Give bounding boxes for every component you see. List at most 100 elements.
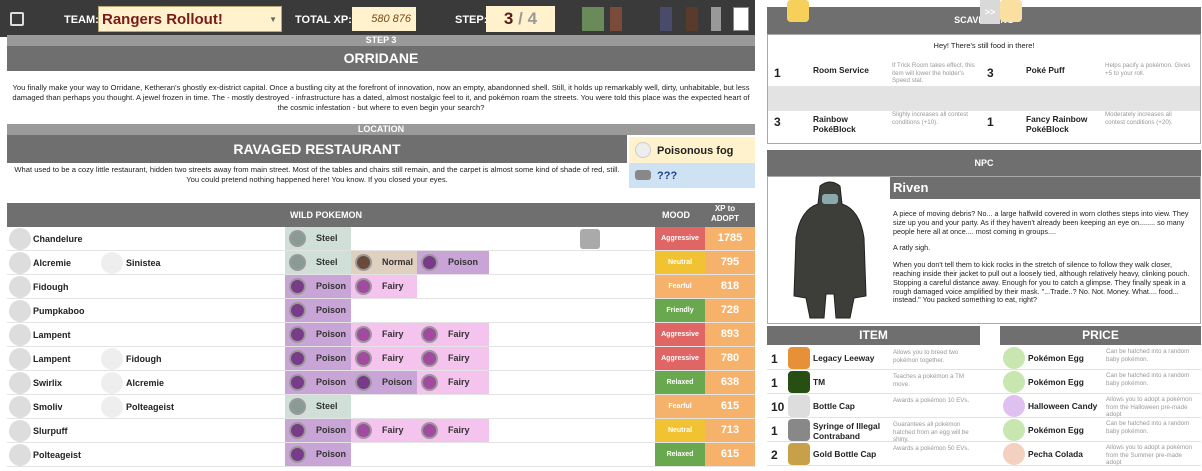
mood-badge: Relaxed	[655, 443, 705, 466]
type-icon	[421, 422, 438, 439]
mood-badge: Aggressive	[655, 347, 705, 370]
type-icon	[289, 326, 306, 343]
team-sprite-icon	[686, 7, 698, 31]
type-icon	[289, 230, 306, 247]
type-label: Steel	[316, 401, 338, 411]
type-badge: Poison	[285, 347, 351, 370]
scavenge-item-name: Room Service	[813, 65, 869, 75]
xp-to-adopt: 893	[705, 323, 755, 346]
trade-qty: 10	[771, 400, 785, 414]
type-badge: Fairy	[351, 275, 417, 298]
shiny-icon	[580, 229, 600, 249]
team-sprite-icon	[711, 7, 721, 31]
type-icon	[355, 374, 372, 391]
table-row[interactable]: Lampent Poison Fairy Fairy Aggressive 893	[7, 323, 755, 347]
type-label: Steel	[316, 233, 338, 243]
step-title: ORRIDANE	[7, 46, 755, 71]
type-label: Poison	[448, 257, 479, 267]
pokemon-sprite-icon	[9, 396, 31, 418]
table-row[interactable]: Smoliv Polteageist Steel Fearful 615	[7, 395, 755, 419]
pokemon-name: Slurpuff	[33, 426, 68, 436]
xp-to-adopt: 1785	[705, 227, 755, 250]
trade-price-desc: Allows you to adopt a pokémon from the S…	[1106, 444, 1192, 466]
mood-badge: Neutral	[655, 251, 705, 274]
npc-header: NPC	[767, 150, 1201, 176]
scavenge-item-desc: If Trick Room takes effect, this item wi…	[892, 62, 975, 84]
scavenge-qty: 3	[987, 66, 994, 80]
type-icon	[355, 254, 372, 271]
type-label: Normal	[382, 257, 414, 267]
unknown-box: ???	[629, 163, 755, 188]
table-row[interactable]: Polteageist Poison Relaxed 615	[7, 443, 755, 467]
type-badge: Normal	[351, 251, 417, 274]
scavenging-divider	[768, 86, 1200, 111]
mood-badge: Neutral	[655, 419, 705, 442]
mood-badge: Fearful	[655, 395, 705, 418]
pokemon-name: Chandelure	[33, 234, 83, 244]
xp-header: XP to ADOPT	[711, 204, 739, 223]
pokemon-sprite-icon	[101, 348, 123, 370]
type-label: Poison	[316, 353, 347, 363]
scavenge-item-icon	[1000, 0, 1022, 22]
unknown-icon	[635, 170, 651, 180]
trade-qty: 2	[771, 448, 778, 462]
type-icon	[289, 302, 306, 319]
pokemon-sprite-icon	[9, 276, 31, 298]
team-select[interactable]: Rangers Rollout! ▼	[98, 6, 282, 32]
type-badge: Poison	[285, 299, 351, 322]
type-icon	[289, 398, 306, 415]
table-row[interactable]: Pumpkaboo Poison Friendly 728	[7, 299, 755, 323]
team-sprite-icon	[733, 7, 749, 31]
trade-price-name: Pokémon Egg	[1028, 425, 1084, 435]
select-checkbox[interactable]	[10, 11, 24, 26]
mood-badge: Fearful	[655, 275, 705, 298]
scavenging-message: Hey! There's still food in there!	[933, 41, 1035, 50]
pokemon-sprite-icon	[9, 444, 31, 466]
type-badge: Fairy	[351, 323, 417, 346]
step-sep: /	[518, 9, 523, 28]
type-badge: Poison	[285, 443, 351, 466]
table-row[interactable]: Chandelure Steel Aggressive 1785	[7, 227, 755, 251]
price-header: PRICE	[1000, 326, 1201, 345]
wild-pokemon-table: Chandelure Steel Aggressive 1785 Alcremie Sin…	[7, 227, 755, 467]
type-label: Steel	[316, 257, 338, 267]
table-row[interactable]: Alcremie Sinistea Steel Normal Poison Neutral…	[7, 251, 755, 275]
table-row[interactable]: Lampent Fidough Poison Fairy Fairy Aggressive…	[7, 347, 755, 371]
scavenge-item-name: Fancy Rainbow PokéBlock	[1026, 114, 1088, 134]
npc-text: A piece of moving debris? No... a large …	[893, 209, 1197, 305]
type-badge: Steel	[285, 395, 351, 418]
trade-item-name: Bottle Cap	[813, 401, 855, 411]
type-icon	[421, 374, 438, 391]
type-label: Poison	[316, 329, 347, 339]
pokemon-name: Alcremie	[33, 258, 72, 268]
scavenge-qty: 1	[774, 66, 781, 80]
pokemon-name: Polteageist	[126, 402, 175, 412]
pokemon-name: Alcremie	[126, 378, 165, 388]
table-row[interactable]: Slurpuff Poison Fairy Fairy Neutral 713	[7, 419, 755, 443]
trade-item-desc: Awards a pokémon 50 EVs.	[893, 445, 970, 452]
type-icon	[289, 422, 306, 439]
pokemon-sprite-icon	[101, 252, 123, 274]
type-icon	[289, 278, 306, 295]
type-label: Fairy	[448, 377, 470, 387]
wild-header-bar	[7, 203, 755, 227]
trade-price-desc: Allows you to adopt a pokémon from the H…	[1106, 396, 1192, 418]
trade-item-desc: Teaches a pokémon a TM move.	[893, 373, 965, 388]
type-label: Poison	[316, 425, 347, 435]
table-row[interactable]: Swirlix Alcremie Poison Poison Fairy Relaxed 6…	[7, 371, 755, 395]
trade-price-desc: Can be hatched into a random baby pokémo…	[1106, 348, 1190, 363]
xp-to-adopt: 615	[705, 443, 755, 466]
type-badge: Poison	[417, 251, 489, 274]
weather-box: Poisonous fog	[629, 137, 755, 163]
scavenge-qty: 1	[987, 115, 994, 129]
type-badge: Fairy	[417, 347, 489, 370]
pokemon-name: Lampent	[33, 330, 71, 340]
trade-item-icon	[788, 443, 810, 465]
trade-item-name: Legacy Leeway	[813, 353, 875, 363]
trade-price-icon	[1003, 371, 1025, 393]
table-row[interactable]: Fidough Poison Fairy Fearful 818	[7, 275, 755, 299]
pokemon-sprite-icon	[9, 300, 31, 322]
trade-arrow: >>	[980, 0, 1000, 24]
trade-price-icon	[1003, 443, 1025, 465]
step-label: STEP:	[455, 14, 488, 26]
